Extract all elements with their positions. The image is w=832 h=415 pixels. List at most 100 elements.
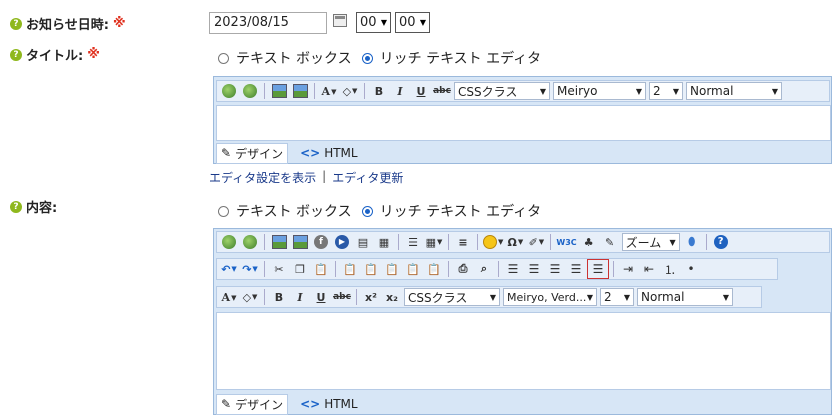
css-class-select[interactable]: CSSクラス ▼ (404, 288, 500, 306)
find-icon[interactable]: ⌕ (474, 260, 494, 278)
minute-select[interactable]: 00 ▼ (395, 12, 430, 33)
document-icon[interactable]: ▤ (353, 233, 373, 251)
format-select[interactable]: Normal ▼ (637, 288, 733, 306)
cut-icon[interactable]: ✂ (269, 260, 289, 278)
bold-button[interactable]: B (369, 82, 389, 100)
underline-button[interactable]: U (311, 288, 331, 306)
paste-html-icon[interactable]: 📋 (424, 260, 444, 278)
design-tab[interactable]: ✎ デザイン (216, 142, 289, 164)
design-tab[interactable]: ✎ デザイン (216, 393, 289, 415)
numbered-list-icon[interactable]: ⒈ (660, 260, 680, 278)
font-color-icon[interactable]: A ▼ (219, 288, 239, 306)
content-edit-area[interactable] (216, 312, 831, 390)
content-toolbar-1: f ▶ ▤ ▦ ☰ ▦ ▼ ≡ ▼ Ω ▼ ✐ ▼ W3C ♣ ✎ ズーム ▼ ⬮ ? (216, 231, 830, 253)
content-mode-radios: テキスト ボックス リッチ テキスト エディタ (218, 201, 541, 221)
help-icon[interactable]: ? (10, 17, 22, 30)
paste-format-icon[interactable]: 📋 (403, 260, 423, 278)
outdent-icon[interactable]: ⇤ (639, 260, 659, 278)
help-icon[interactable]: ? (10, 48, 22, 61)
title-edit-area[interactable] (216, 105, 831, 141)
html-tab[interactable]: <> HTML (296, 396, 362, 412)
help-icon[interactable]: ? (10, 200, 22, 213)
superscript-button[interactable]: x² (361, 288, 381, 306)
align-none-icon[interactable]: ☰ (587, 259, 609, 279)
print-icon[interactable]: ⎙ (453, 260, 473, 278)
smiley-icon[interactable]: ▼ (482, 233, 504, 251)
flash-icon[interactable]: f (311, 233, 331, 251)
align-left-icon[interactable]: ☰ (503, 260, 523, 278)
subscript-button[interactable]: x₂ (382, 288, 402, 306)
unlink-icon[interactable] (240, 82, 260, 100)
highlight-icon[interactable]: ◇ ▼ (340, 82, 360, 100)
font-name-select[interactable]: Meiryo ▼ (553, 82, 646, 100)
title-editor: A ▼ ◇ ▼ B I U abc CSSクラス ▼ Meiryo ▼ 2 ▼ Norma… (213, 76, 832, 164)
strike-button[interactable]: abc (332, 288, 352, 306)
italic-button[interactable]: I (390, 82, 410, 100)
font-name-select[interactable]: Meiryo, Verd... ▼ (503, 288, 597, 306)
paste-word-icon[interactable]: 📋 (340, 260, 360, 278)
radio-textbox[interactable] (218, 205, 229, 217)
chevron-down-icon: ▼ (586, 292, 593, 302)
font-size-select[interactable]: 2 ▼ (649, 82, 683, 100)
image-map-icon[interactable] (290, 233, 310, 251)
image-icon[interactable] (269, 82, 289, 100)
image-map-icon[interactable] (290, 82, 310, 100)
zoom-select[interactable]: ズーム ▼ (621, 233, 680, 251)
format-painter-icon[interactable]: ✐ ▼ (526, 233, 546, 251)
radio-richtext-label[interactable]: リッチ テキスト エディタ (380, 201, 542, 221)
font-color-icon[interactable]: A ▼ (319, 82, 339, 100)
template-icon[interactable]: ▦ (374, 233, 394, 251)
copy-icon[interactable]: ❐ (290, 260, 310, 278)
indent-icon[interactable]: ⇥ (618, 260, 638, 278)
bold-button[interactable]: B (269, 288, 289, 306)
table-icon[interactable]: ▦ ▼ (424, 233, 444, 251)
hr-icon[interactable]: ≡ (453, 233, 473, 251)
align-right-icon[interactable]: ☰ (545, 260, 565, 278)
font-size-select[interactable]: 2 ▼ (600, 288, 634, 306)
chevron-down-icon: ▼ (419, 18, 426, 27)
update-editor-link[interactable]: エディタ更新 (332, 169, 403, 186)
paste-icon[interactable]: 📋 (311, 260, 331, 278)
w3c-icon[interactable]: W3C (555, 233, 577, 251)
strike-button[interactable]: abc (432, 82, 452, 100)
show-settings-link[interactable]: エディタ設定を表示 (209, 169, 316, 186)
radio-textbox-label[interactable]: テキスト ボックス (236, 48, 352, 68)
radio-textbox-label[interactable]: テキスト ボックス (236, 201, 352, 221)
highlight-icon[interactable]: ◇ ▼ (240, 288, 260, 306)
calendar-icon[interactable] (333, 14, 347, 27)
paste-text-icon[interactable]: 📋 (361, 260, 381, 278)
chevron-down-icon: ▼ (669, 237, 676, 247)
paste-plain-icon[interactable]: 📋 (382, 260, 402, 278)
radio-textbox[interactable] (218, 52, 229, 64)
spellcheck-icon[interactable]: ♣ (579, 233, 599, 251)
format-select[interactable]: Normal ▼ (686, 82, 782, 100)
italic-button[interactable]: I (290, 288, 310, 306)
date-input[interactable]: 2023/08/15 (209, 12, 327, 34)
module-icon[interactable]: ⬮ (682, 233, 702, 251)
design-tab-label: デザイン (235, 397, 284, 412)
link-icon[interactable] (219, 233, 239, 251)
radio-richtext-label[interactable]: リッチ テキスト エディタ (380, 48, 542, 68)
minute-value: 00 (399, 15, 416, 30)
help-button[interactable]: ? (711, 233, 731, 251)
paragraph-icon[interactable]: ☰ (403, 233, 423, 251)
omega-icon[interactable]: Ω ▼ (505, 233, 525, 251)
hour-select[interactable]: 00 ▼ (356, 12, 391, 33)
html-tab[interactable]: <> HTML (296, 145, 362, 161)
unlink-icon[interactable] (240, 233, 260, 251)
radio-richtext[interactable] (361, 52, 373, 64)
align-justify-icon[interactable]: ☰ (566, 260, 586, 278)
media-icon[interactable]: ▶ (332, 233, 352, 251)
omega-glyph: Ω (507, 235, 517, 249)
undo-icon[interactable]: ↶ ▼ (219, 260, 239, 278)
redo-icon[interactable]: ↷ ▼ (240, 260, 260, 278)
font-name-value: Meiryo (557, 84, 598, 98)
link-icon[interactable] (219, 82, 239, 100)
underline-button[interactable]: U (411, 82, 431, 100)
image-icon[interactable] (269, 233, 289, 251)
bullet-list-icon[interactable]: • (681, 260, 701, 278)
radio-richtext[interactable] (361, 205, 373, 217)
align-center-icon[interactable]: ☰ (524, 260, 544, 278)
edit-icon[interactable]: ✎ (600, 233, 620, 251)
css-class-select[interactable]: CSSクラス ▼ (454, 82, 550, 100)
